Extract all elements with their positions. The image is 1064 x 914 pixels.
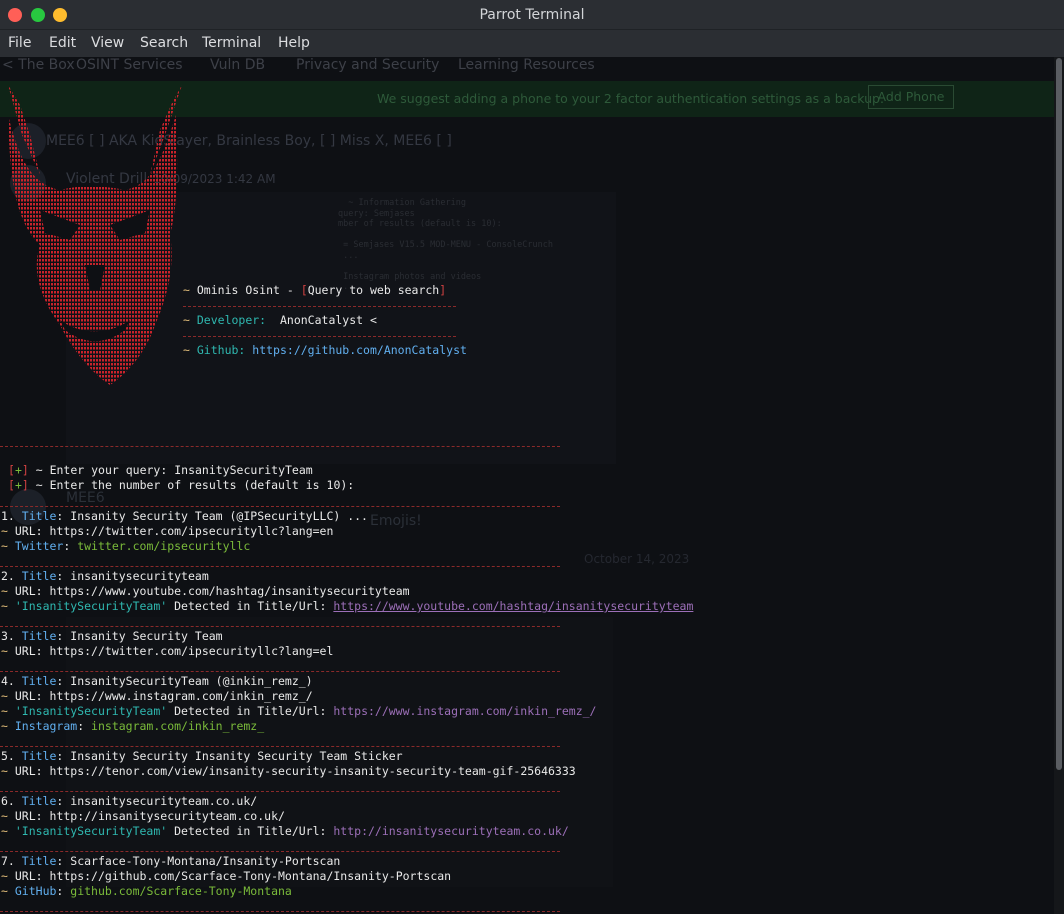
divider bbox=[183, 336, 456, 337]
github-line: ~ Github: https://github.com/AnonCatalys… bbox=[183, 343, 467, 358]
platform-value[interactable]: twitter.com/ipsecurityllc bbox=[77, 539, 250, 553]
result-title: insanitysecurityteam bbox=[70, 569, 209, 583]
result-url-line: ~ URL: https://www.youtube.com/hashtag/i… bbox=[1, 584, 410, 598]
developer-line: ~ Developer: AnonCatalyst < bbox=[183, 313, 377, 328]
query-prompt: [+] ~ Enter your query: InsanitySecurity… bbox=[8, 463, 313, 477]
divider bbox=[0, 746, 560, 747]
result-title: InsanitySecurityTeam (@inkin_remz_) bbox=[70, 674, 313, 688]
menu-bar: File Edit View Search Terminal Help bbox=[0, 30, 1064, 57]
menu-view[interactable]: View bbox=[91, 35, 124, 51]
result-url[interactable]: https://www.youtube.com/hashtag/insanity… bbox=[50, 584, 410, 598]
count-prompt: [+] ~ Enter the number of results (defau… bbox=[8, 478, 355, 492]
result-title-line: 4. Title: InsanitySecurityTeam (@inkin_r… bbox=[1, 674, 313, 688]
platform-value[interactable]: github.com/Scarface-Tony-Montana bbox=[70, 884, 292, 898]
bookmark-privacy-security: Privacy and Security bbox=[296, 57, 440, 73]
tilde: ~ bbox=[183, 313, 190, 327]
result-platform-line: ~ GitHub: github.com/Scarface-Tony-Monta… bbox=[1, 884, 292, 898]
result-url[interactable]: https://www.instagram.com/inkin_remz_/ bbox=[50, 689, 313, 703]
detected-term: 'InsanitySecurityTeam' bbox=[14, 599, 168, 613]
result-url-line: ~ URL: https://twitter.com/ipsecurityllc… bbox=[1, 644, 334, 658]
result-url[interactable]: https://tenor.com/view/insanity-security… bbox=[50, 764, 576, 778]
divider bbox=[0, 506, 560, 507]
detected-url[interactable]: http://insanitysecurityteam.co.uk/ bbox=[333, 824, 568, 838]
result-title-line: 1. Title: Insanity Security Team (@IPSec… bbox=[1, 509, 368, 523]
detected-url[interactable]: https://www.youtube.com/hashtag/insanity… bbox=[333, 599, 693, 613]
result-url[interactable]: https://github.com/Scarface-Tony-Montana… bbox=[50, 869, 452, 883]
result-url[interactable]: https://twitter.com/ipsecurityllc?lang=e… bbox=[50, 524, 334, 538]
result-title-line: 3. Title: Insanity Security Team bbox=[1, 629, 223, 643]
divider bbox=[0, 626, 560, 627]
scrollbar-thumb[interactable] bbox=[1056, 58, 1062, 770]
detected-url[interactable]: https://www.instagram.com/inkin_remz_/ bbox=[333, 704, 596, 718]
divider bbox=[0, 566, 560, 567]
menu-help[interactable]: Help bbox=[278, 35, 310, 51]
add-phone-button: Add Phone bbox=[868, 85, 954, 109]
window-titlebar: Parrot Terminal bbox=[0, 0, 1064, 30]
bookmark-vuln-db: Vuln DB bbox=[210, 57, 266, 73]
result-url-line: ~ URL: https://tenor.com/view/insanity-s… bbox=[1, 764, 576, 778]
developer-name: AnonCatalyst < bbox=[279, 313, 377, 327]
terminal-output[interactable]: < The Box OSINT Services Vuln DB Privacy… bbox=[0, 57, 1054, 914]
banner-text: We suggest adding a phone to your 2 fact… bbox=[377, 91, 884, 106]
github-url[interactable]: https://github.com/AnonCatalyst bbox=[252, 343, 467, 357]
result-title-line: 7. Title: Scarface-Tony-Montana/Insanity… bbox=[1, 854, 341, 868]
window-title: Parrot Terminal bbox=[479, 7, 585, 23]
result-url-line: ~ URL: https://twitter.com/ipsecurityllc… bbox=[1, 524, 334, 538]
devil-ascii-art bbox=[8, 85, 182, 385]
query-label: ~ Enter your query: bbox=[28, 463, 175, 477]
result-url[interactable]: http://insanitysecurityteam.co.uk/ bbox=[50, 809, 285, 823]
prompt-prefix: + bbox=[14, 463, 22, 477]
menu-edit[interactable]: Edit bbox=[49, 35, 76, 51]
result-title-line: 2. Title: insanitysecurityteam bbox=[1, 569, 209, 583]
result-url-line: ~ URL: https://www.instagram.com/inkin_r… bbox=[1, 689, 313, 703]
tool-header-line: ~ Ominis Osint - [Query to web search] bbox=[183, 283, 447, 297]
divider bbox=[0, 446, 560, 447]
result-title-line: 5. Title: Insanity Security Insanity Sec… bbox=[1, 749, 403, 763]
result-detected-line: ~ 'InsanitySecurityTeam' Detected in Tit… bbox=[1, 824, 569, 838]
tool-name: Ominis Osint bbox=[196, 283, 280, 297]
title-label: Title bbox=[21, 509, 57, 523]
menu-search[interactable]: Search bbox=[140, 35, 188, 51]
tilde: ~ bbox=[183, 283, 190, 297]
divider bbox=[0, 791, 560, 792]
result-title-line: 6. Title: insanitysecurityteam.co.uk/ bbox=[1, 794, 258, 808]
date-divider: October 14, 2023 bbox=[584, 552, 690, 566]
result-detected-line: ~ 'InsanitySecurityTeam' Detected in Tit… bbox=[1, 599, 694, 613]
count-label: ~ Enter the number of results (default i… bbox=[28, 478, 355, 492]
platform-label: Twitter bbox=[14, 539, 64, 553]
github-label: Github: bbox=[196, 343, 246, 357]
emoji-text: Emojis! bbox=[370, 513, 422, 529]
result-title: Scarface-Tony-Montana/Insanity-Portscan bbox=[70, 854, 341, 868]
result-detected-line: ~ 'InsanitySecurityTeam' Detected in Tit… bbox=[1, 704, 597, 718]
divider bbox=[0, 671, 560, 672]
result-url[interactable]: https://twitter.com/ipsecurityllc?lang=e… bbox=[50, 644, 334, 658]
result-platform-line: ~ Twitter: twitter.com/ipsecurityllc bbox=[1, 539, 251, 553]
divider bbox=[183, 306, 456, 307]
bookmark-the-box: < The Box bbox=[2, 57, 75, 73]
tilde: ~ bbox=[183, 343, 190, 357]
result-title: Insanity Security Team (@IPSecurityLLC) … bbox=[70, 509, 368, 523]
developer-label: Developer: bbox=[196, 313, 267, 327]
divider bbox=[0, 911, 560, 912]
result-title: Insanity Security Insanity Security Team… bbox=[70, 749, 403, 763]
result-url-line: ~ URL: https://github.com/Scarface-Tony-… bbox=[1, 869, 452, 883]
bookmark-learning-resources: Learning Resources bbox=[458, 57, 595, 73]
result-platform-line: ~ Instagram: instagram.com/inkin_remz_ bbox=[1, 719, 265, 733]
menu-terminal[interactable]: Terminal bbox=[202, 35, 261, 51]
result-title: insanitysecurityteam.co.uk/ bbox=[70, 794, 258, 808]
result-title: Insanity Security Team bbox=[70, 629, 223, 643]
divider bbox=[0, 851, 560, 852]
bookmark-osint-services: OSINT Services bbox=[76, 57, 183, 73]
query-value: InsanitySecurityTeam bbox=[174, 463, 313, 477]
menu-file[interactable]: File bbox=[8, 35, 31, 51]
tool-description: Query to web search bbox=[307, 283, 440, 297]
platform-value[interactable]: instagram.com/inkin_remz_ bbox=[91, 719, 264, 733]
result-url-line: ~ URL: http://insanitysecurityteam.co.uk… bbox=[1, 809, 285, 823]
